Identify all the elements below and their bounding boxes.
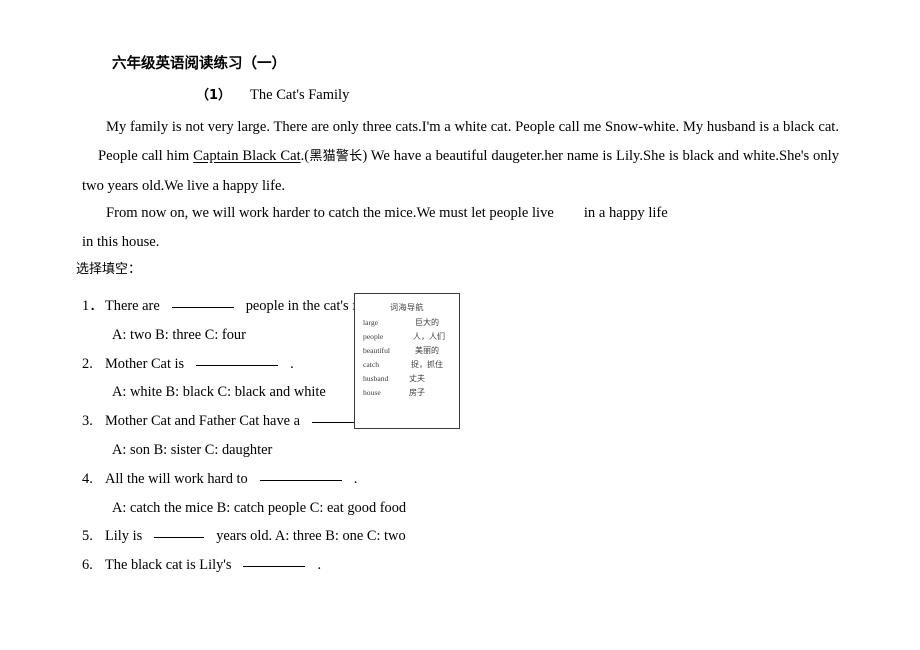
vocabulary-meaning: 房子 — [409, 388, 425, 397]
question-options[interactable]: A: two B: three C: four — [112, 321, 246, 350]
question-text-after: . — [317, 557, 322, 574]
question-text: Lily is years old. A: three B: one C: two — [105, 522, 406, 551]
vocabulary-entry: large 巨大的 — [355, 316, 459, 330]
captain-black-cat-underlined: Captain Black Cat — [193, 147, 301, 164]
question-text-before: All the will work hard to — [105, 470, 248, 487]
vocabulary-word: house — [363, 388, 381, 397]
vocabulary-entry: house 房子 — [355, 386, 459, 400]
question-row: 1． There are people in the cat's family. — [0, 292, 920, 321]
vocabulary-meaning: 巨大的 — [415, 318, 439, 327]
paragraph-2-sentence-1: From now on, we will work harder to catc… — [106, 205, 554, 221]
question-text: All the will work hard to. — [105, 465, 357, 494]
question-number: 2. — [82, 355, 93, 372]
question-options[interactable]: A: son B: sister C: daughter — [112, 436, 272, 465]
vocabulary-box-title: 词海导航 — [390, 303, 424, 312]
question-row: 2. Mother Cat is. — [0, 350, 920, 379]
passage-paragraph-1: My family is not very large. There are o… — [82, 113, 839, 200]
vocabulary-word: catch — [363, 360, 380, 369]
vocabulary-word: husband — [363, 374, 389, 383]
vocabulary-entry: catch 捉，抓住 — [355, 358, 459, 372]
question-options[interactable]: A: catch the mice B: catch people C: eat… — [112, 494, 406, 523]
vocabulary-entry: husband 丈夫 — [355, 372, 459, 386]
question-options[interactable]: A: white B: black C: black and white — [112, 378, 326, 407]
question-text-before: Mother Cat and Father Cat have a — [105, 413, 301, 430]
worksheet-page: 六年级英语阅读练习（一） （1） The Cat's Family My fam… — [0, 0, 920, 650]
vocabulary-word: beautiful — [363, 346, 390, 355]
paragraph-1-sentence-1: My family is not very large. There are o… — [106, 119, 839, 135]
answer-blank[interactable] — [171, 307, 234, 308]
question-number: 4. — [82, 470, 93, 487]
option-row: A: catch the mice B: catch people C: eat… — [0, 494, 920, 523]
passage-subtitle: （1） The Cat's Family — [196, 84, 349, 104]
page-title: 六年级英语阅读练习（一） — [112, 56, 286, 72]
passage-number: （1） — [196, 88, 232, 103]
question-number: 5. — [82, 528, 93, 545]
vocabulary-meaning: 捉，抓住 — [411, 360, 443, 369]
section-label-multiple-choice: 选择填空： — [76, 262, 142, 277]
vocabulary-word: large — [363, 318, 379, 327]
question-text-before: Lily is — [105, 528, 143, 545]
paragraph-1-chinese-gloss: 黑猫警长 — [309, 148, 363, 164]
option-row: A: son B: sister C: daughter — [0, 436, 920, 465]
vocabulary-entry: people 人，人们 — [355, 330, 459, 344]
question-number: 6. — [82, 557, 93, 574]
question-text-after: . — [290, 355, 294, 372]
paragraph-1-punct-open: .( — [300, 147, 310, 164]
vocabulary-meaning: 人，人们 — [413, 332, 445, 341]
question-text-after: years old. A: three B: one C: two — [216, 528, 406, 545]
vocabulary-entry: beautiful 美丽的 — [355, 344, 459, 358]
vocabulary-meaning: 美丽的 — [415, 346, 439, 355]
answer-blank[interactable] — [154, 537, 205, 539]
question-row: 5. Lily is years old. A: three B: one C: … — [0, 522, 920, 551]
question-text-after: . — [353, 470, 358, 487]
question-text-before: Mother Cat is — [105, 355, 185, 372]
option-row: A: two B: three C: four — [0, 321, 920, 350]
answer-blank[interactable] — [259, 479, 342, 481]
option-row: A: white B: black C: black and white — [0, 378, 920, 407]
question-text-before: The black cat is Lily's — [105, 557, 232, 574]
question-list: 1． There are people in the cat's family. … — [0, 292, 920, 580]
answer-blank[interactable] — [243, 566, 306, 568]
question-number: 1． — [82, 298, 104, 314]
question-text: The black cat is Lily's. — [105, 551, 321, 580]
question-row: 4. All the will work hard to. — [0, 465, 920, 494]
answer-blank[interactable] — [196, 364, 279, 366]
question-text-before: There are — [105, 298, 160, 314]
passage-title-text: The Cat's Family — [250, 87, 350, 103]
vocabulary-word: people — [363, 332, 384, 341]
question-text: There are people in the cat's family. — [105, 292, 392, 321]
passage-paragraph-2: From now on, we will work harder to catc… — [82, 199, 682, 257]
question-text: Mother Cat is. — [105, 350, 294, 379]
question-row: 3. Mother Cat and Father Cat have a — [0, 407, 920, 436]
vocabulary-box: 词海导航 large 巨大的 people 人，人们 beautiful 美丽的… — [354, 293, 460, 429]
question-row: 6. The black cat is Lily's. — [0, 551, 920, 580]
question-number: 3. — [82, 413, 93, 430]
paragraph-1-sentence-2: People call him — [98, 147, 194, 164]
question-text: Mother Cat and Father Cat have a — [105, 407, 395, 436]
vocabulary-meaning: 丈夫 — [409, 374, 425, 383]
